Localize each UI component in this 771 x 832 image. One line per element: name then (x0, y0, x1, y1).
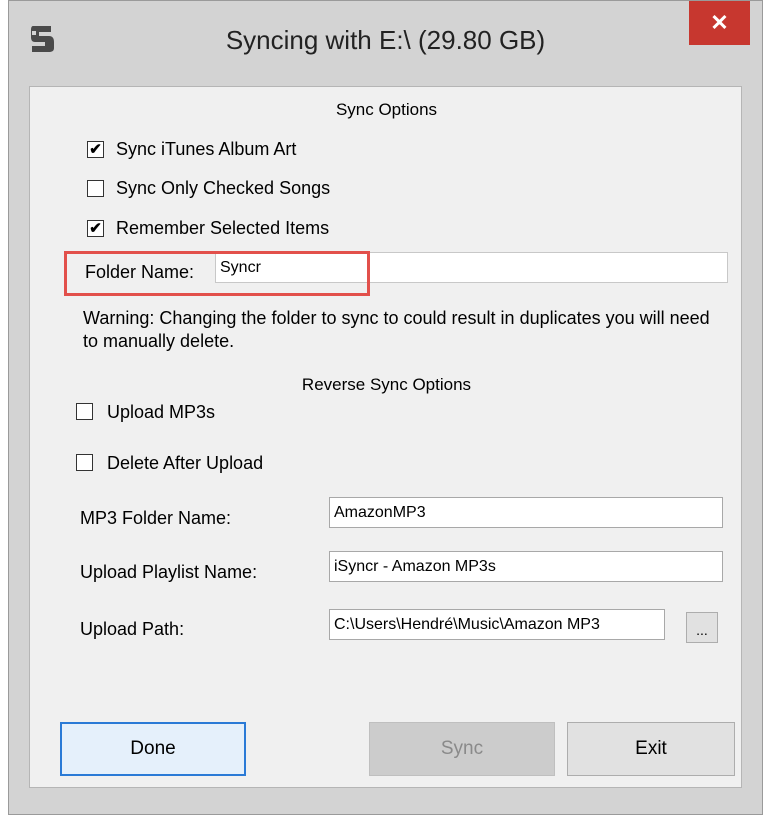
exit-button[interactable]: Exit (567, 722, 735, 776)
delete-after-upload-label: Delete After Upload (107, 453, 264, 473)
sync-checked-songs-checkbox[interactable] (87, 180, 104, 197)
mp3-folder-input[interactable] (329, 497, 723, 528)
window-title: Syncing with E:\ (29.80 GB) (225, 25, 546, 55)
upload-mp3s-label: Upload MP3s (107, 402, 216, 422)
remember-selected-checkbox[interactable]: ✔ (87, 220, 104, 237)
folder-name-input[interactable] (215, 252, 728, 283)
sync-checked-songs-label: Sync Only Checked Songs (116, 178, 331, 198)
dialog-window: Syncing with E:\ (29.80 GB) ✕ Sync Optio… (8, 0, 763, 815)
close-button[interactable]: ✕ (689, 1, 750, 45)
upload-path-label: Upload Path: (80, 619, 185, 639)
sync-options-heading: Sync Options (335, 100, 438, 119)
mp3-folder-label: MP3 Folder Name: (80, 508, 232, 528)
warning-text: Warning: Changing the folder to sync to … (83, 308, 710, 351)
browse-button[interactable]: ... (686, 612, 718, 643)
remember-selected-label: Remember Selected Items (116, 218, 330, 238)
delete-after-upload-checkbox[interactable] (76, 454, 93, 471)
done-button[interactable]: Done (60, 722, 246, 776)
dialog-content: Sync Options ✔ Sync iTunes Album Art Syn… (29, 86, 742, 788)
playlist-name-input[interactable] (329, 551, 723, 582)
sync-album-art-label: Sync iTunes Album Art (116, 139, 297, 159)
close-icon: ✕ (710, 10, 729, 35)
folder-name-label: Folder Name: (85, 262, 195, 282)
sync-album-art-checkbox[interactable]: ✔ (87, 141, 104, 158)
upload-mp3s-checkbox[interactable] (76, 403, 93, 420)
sync-button[interactable]: Sync (369, 722, 555, 776)
checkmark-icon: ✔ (89, 220, 102, 237)
checkmark-icon: ✔ (89, 141, 102, 158)
title-bar[interactable]: Syncing with E:\ (29.80 GB) ✕ (9, 1, 762, 86)
reverse-sync-heading: Reverse Sync Options (301, 375, 472, 394)
upload-path-input[interactable] (329, 609, 665, 640)
playlist-name-label: Upload Playlist Name: (80, 562, 258, 582)
